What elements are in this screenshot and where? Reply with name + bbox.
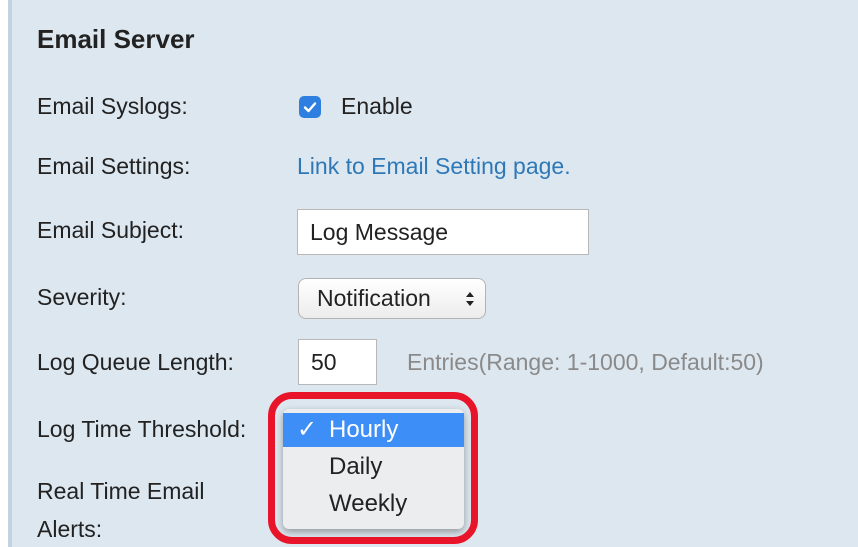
page: Email Server Email Syslogs: Enable Email… bbox=[0, 0, 858, 547]
checkmark-icon bbox=[303, 102, 317, 113]
log-queue-length-hint: Entries(Range: 1-1000, Default:50) bbox=[407, 349, 764, 375]
select-arrows-icon bbox=[466, 292, 474, 306]
dropdown-option-label: Hourly bbox=[329, 416, 399, 443]
dropdown-option-label: Weekly bbox=[329, 490, 408, 517]
log-time-threshold-dropdown: ✓ Hourly Daily Weekly bbox=[283, 409, 464, 529]
email-setting-page-link[interactable]: Link to Email Setting page. bbox=[297, 153, 571, 180]
log-time-threshold-label: Log Time Threshold: bbox=[37, 416, 247, 442]
real-time-email-alerts-label-line1: Real Time Email bbox=[37, 478, 205, 504]
dropdown-option-daily[interactable]: Daily bbox=[283, 450, 464, 484]
email-syslogs-enable-checkbox[interactable] bbox=[299, 96, 321, 118]
email-syslogs-label: Email Syslogs: bbox=[37, 93, 188, 119]
email-subject-input[interactable] bbox=[297, 209, 589, 255]
section-title: Email Server bbox=[37, 24, 195, 54]
real-time-email-alerts-label-line2: Alerts: bbox=[37, 516, 103, 542]
log-queue-length-input[interactable] bbox=[298, 339, 377, 385]
email-subject-label: Email Subject: bbox=[37, 217, 185, 243]
email-server-panel: Email Server Email Syslogs: Enable Email… bbox=[8, 0, 858, 547]
dropdown-option-label: Daily bbox=[329, 453, 383, 480]
enable-checkbox-label[interactable]: Enable bbox=[341, 93, 413, 120]
dropdown-option-hourly[interactable]: ✓ Hourly bbox=[283, 413, 464, 447]
check-icon: ✓ bbox=[297, 416, 318, 443]
log-queue-length-label: Log Queue Length: bbox=[37, 349, 234, 375]
severity-select[interactable]: Notification bbox=[298, 278, 486, 319]
severity-label: Severity: bbox=[37, 284, 127, 310]
email-settings-label: Email Settings: bbox=[37, 153, 191, 179]
dropdown-option-weekly[interactable]: Weekly bbox=[283, 487, 464, 521]
severity-selected-value: Notification bbox=[317, 285, 431, 311]
